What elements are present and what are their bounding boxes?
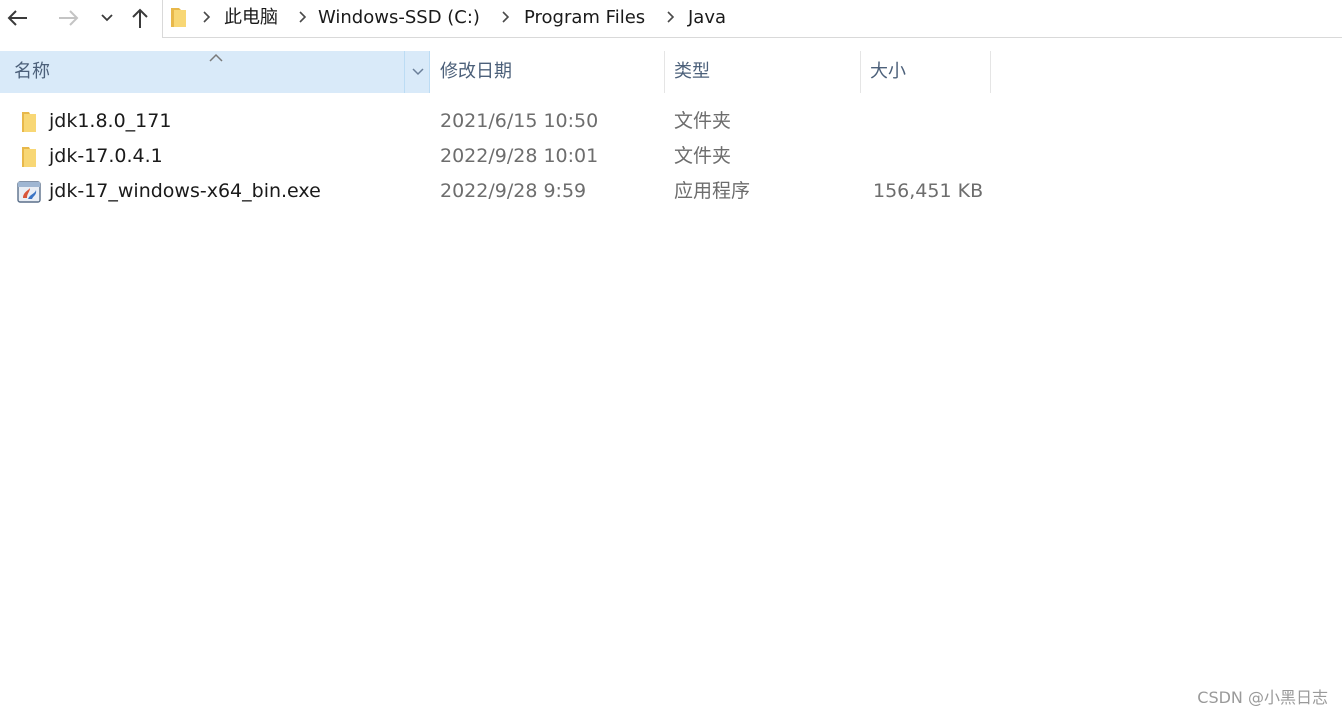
chevron-right-icon[interactable]	[201, 10, 211, 24]
file-name[interactable]: jdk-17.0.4.1	[49, 139, 163, 174]
file-type: 应用程序	[674, 180, 751, 202]
file-modified-date: 2022/9/28 9:59	[440, 180, 587, 202]
column-type-label: 类型	[674, 61, 710, 82]
arrow-right-icon	[59, 10, 79, 26]
folder-icon	[22, 112, 36, 132]
sort-ascending-icon	[209, 53, 223, 62]
arrow-left-icon	[7, 10, 27, 26]
forward-button[interactable]	[53, 4, 83, 32]
chevron-down-icon	[411, 68, 424, 76]
chevron-right-icon[interactable]	[500, 10, 510, 24]
file-type: 文件夹	[674, 110, 732, 132]
chevron-right-icon[interactable]	[297, 10, 307, 24]
column-header-date[interactable]: 修改日期	[431, 51, 664, 93]
file-name[interactable]: jdk1.8.0_171	[49, 104, 171, 139]
column-name-label: 名称	[14, 61, 50, 82]
back-button[interactable]	[3, 4, 33, 32]
file-type: 文件夹	[674, 145, 732, 167]
folder-icon	[171, 8, 186, 27]
file-name[interactable]: jdk-17_windows-x64_bin.exe	[49, 174, 321, 209]
navigation-bar: 此电脑 Windows-SSD (C:) Program Files Java	[0, 0, 1342, 38]
breadcrumb-this-pc[interactable]: 此电脑	[224, 5, 278, 31]
file-row[interactable]: jdk-17.0.4.1 2022/9/28 10:01 文件夹	[0, 139, 1000, 174]
chevron-right-icon[interactable]	[665, 10, 675, 24]
column-filter-dropdown[interactable]	[404, 51, 430, 93]
breadcrumb-drive[interactable]: Windows-SSD (C:)	[318, 5, 480, 31]
column-header-name[interactable]: 名称	[0, 51, 430, 93]
file-row[interactable]: jdk1.8.0_171 2021/6/15 10:50 文件夹	[0, 104, 1000, 139]
column-header-size[interactable]: 大小	[861, 51, 991, 93]
recent-locations-button[interactable]	[93, 4, 121, 32]
column-size-label: 大小	[870, 61, 906, 82]
file-modified-date: 2022/9/28 10:01	[440, 145, 599, 167]
file-size: 156,451 KB	[873, 180, 984, 202]
breadcrumb-java[interactable]: Java	[688, 5, 726, 31]
file-explorer-window: 此电脑 Windows-SSD (C:) Program Files Java …	[0, 0, 1342, 714]
installer-icon	[17, 181, 41, 203]
folder-icon	[22, 147, 36, 167]
column-header-row: 名称 修改日期 类型 大小	[0, 51, 1342, 93]
column-date-label: 修改日期	[440, 61, 512, 82]
address-bar[interactable]: 此电脑 Windows-SSD (C:) Program Files Java	[162, 0, 1342, 38]
column-divider[interactable]	[990, 51, 991, 93]
chevron-down-icon	[101, 14, 113, 22]
arrow-up-icon	[132, 8, 148, 28]
file-row[interactable]: jdk-17_windows-x64_bin.exe 2022/9/28 9:5…	[0, 174, 1000, 209]
column-header-type[interactable]: 类型	[665, 51, 860, 93]
up-button[interactable]	[125, 4, 155, 32]
breadcrumb-program-files[interactable]: Program Files	[524, 5, 645, 31]
file-modified-date: 2021/6/15 10:50	[440, 110, 599, 132]
watermark: CSDN @小黑日志	[1197, 688, 1328, 707]
